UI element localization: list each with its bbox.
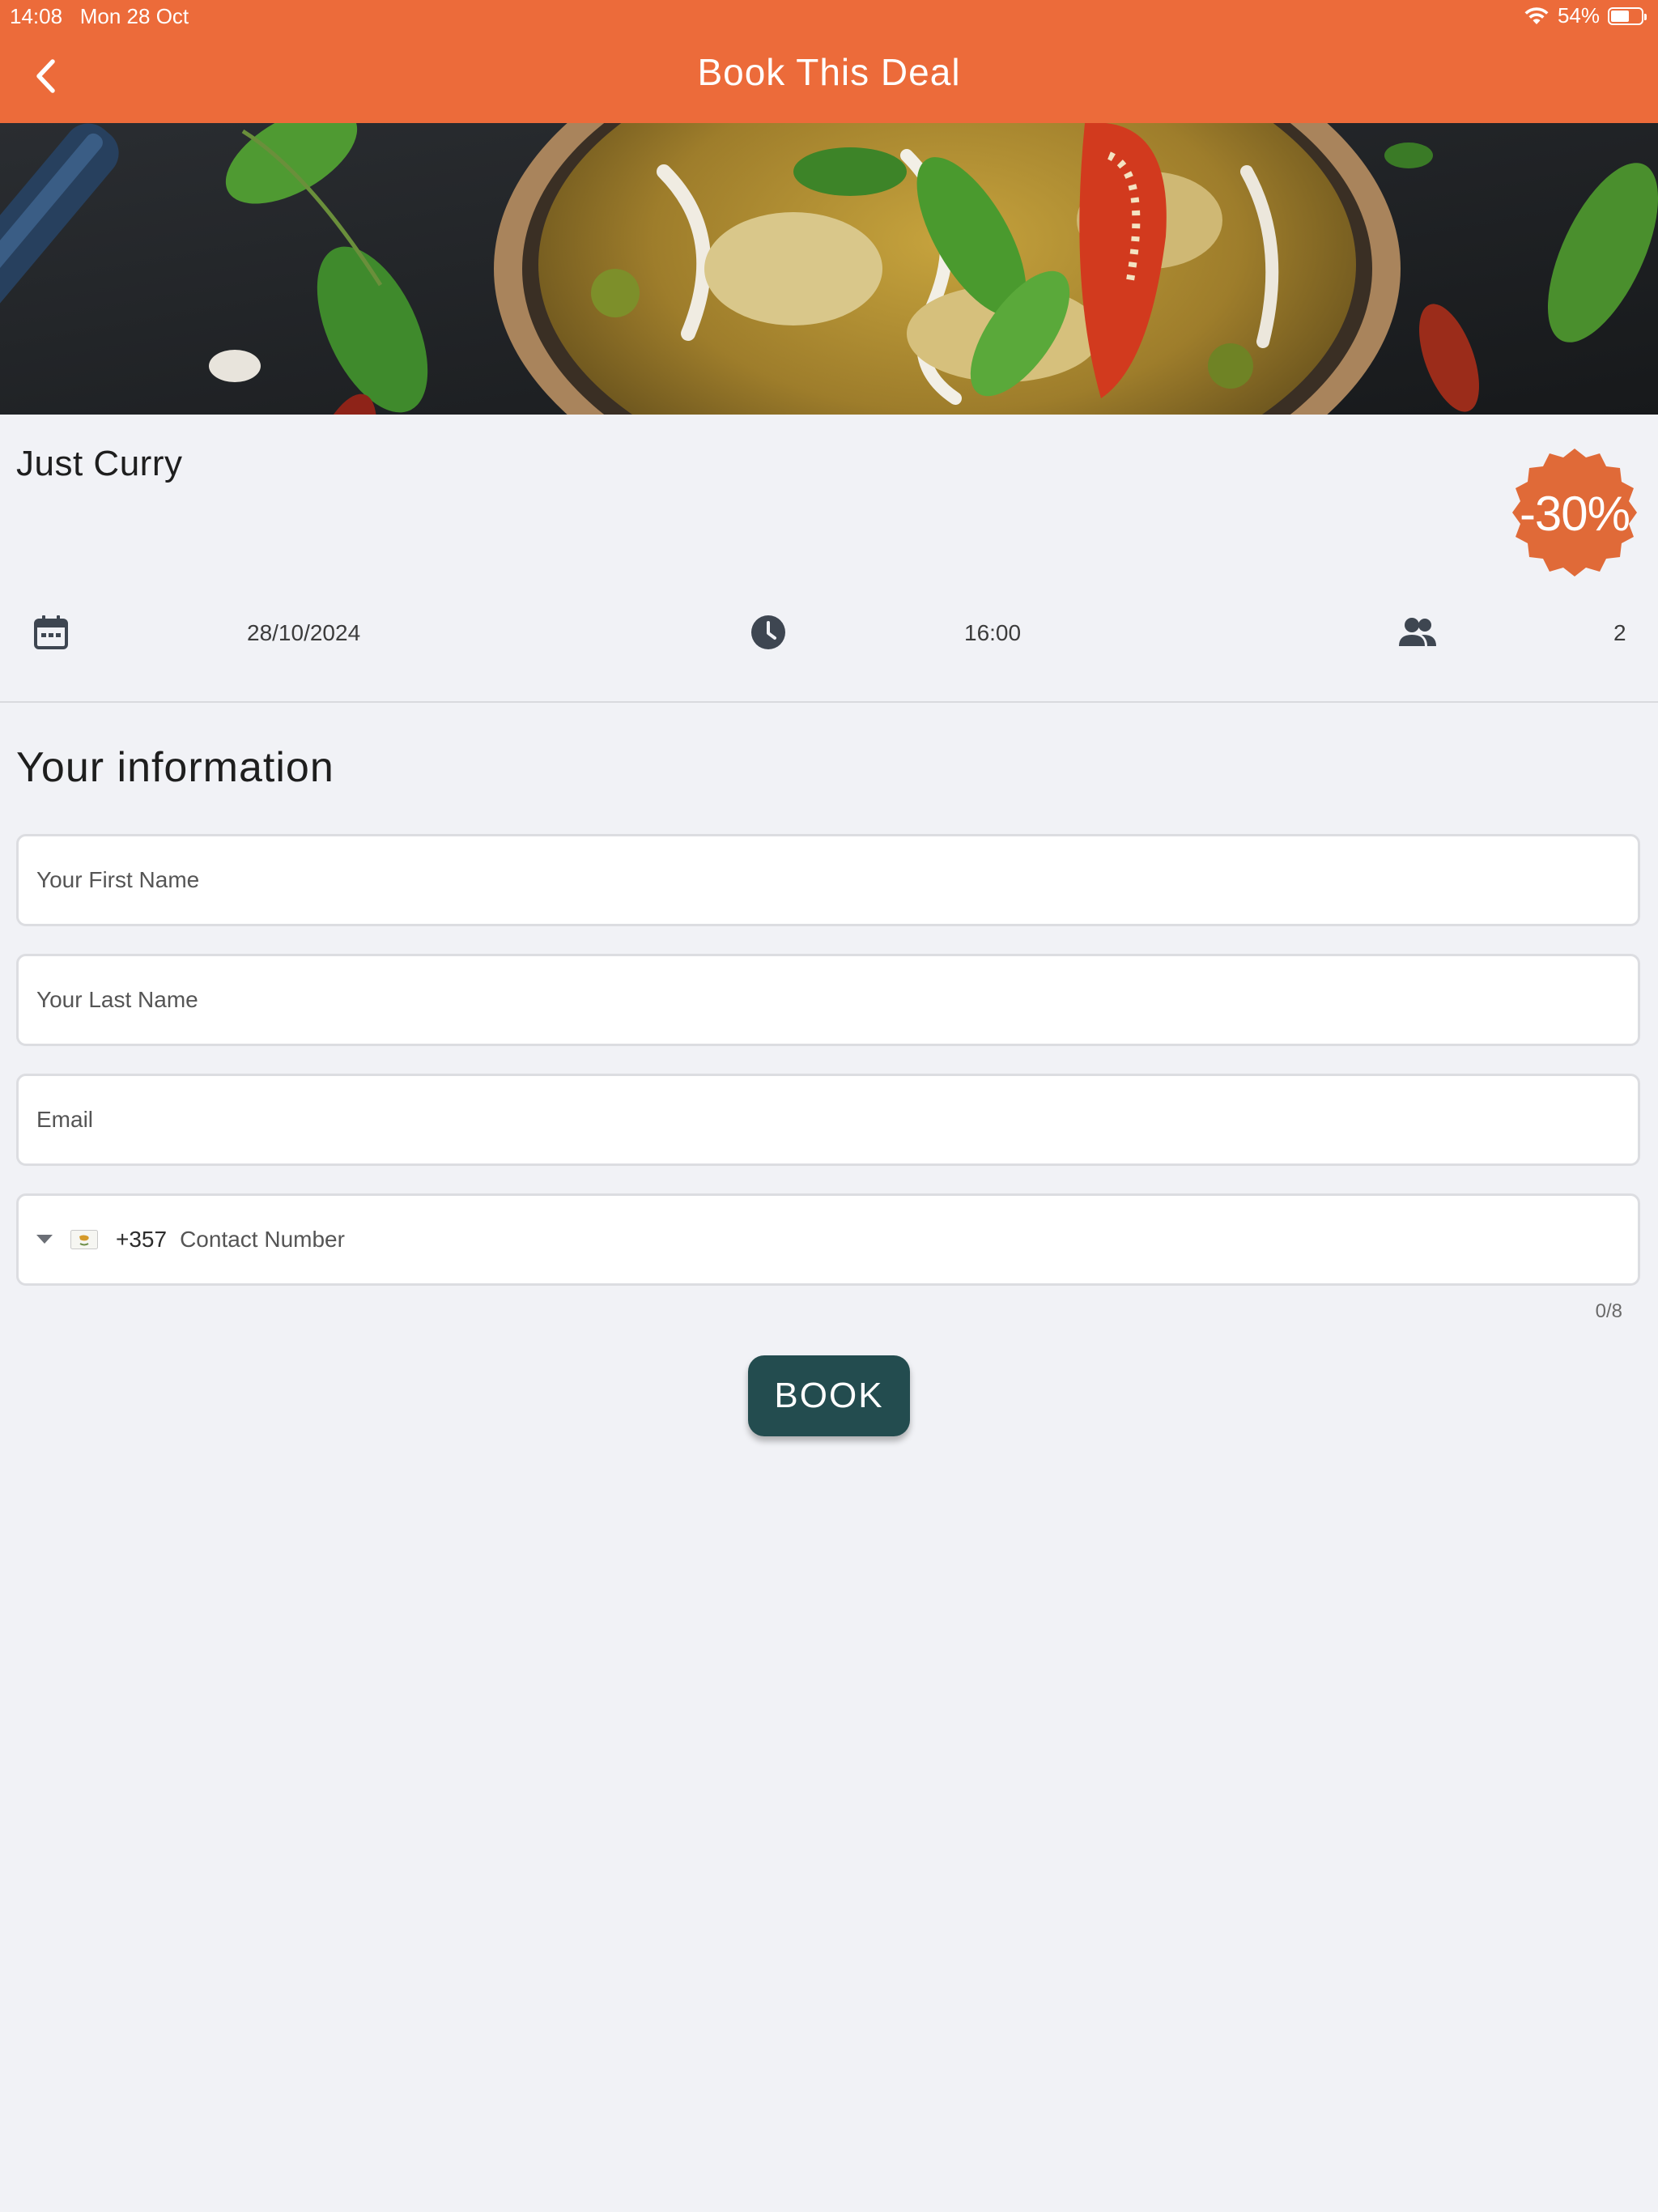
book-button[interactable]: BOOK [748, 1355, 910, 1436]
discount-badge: -30% [1507, 445, 1642, 580]
section-title: Your information [16, 744, 334, 791]
restaurant-name: Just Curry [16, 444, 183, 483]
status-time: 14:08 [10, 4, 63, 28]
last-name-input[interactable] [19, 956, 1638, 1044]
deal-hero-image [0, 123, 1658, 415]
battery-icon [1608, 6, 1647, 25]
status-bar-indicators: 54% [1524, 3, 1647, 28]
section-divider [0, 701, 1658, 703]
booking-date: 28/10/2024 [247, 620, 361, 645]
phone-character-counter: 0/8 [1595, 1300, 1622, 1322]
booking-time: 16:00 [964, 620, 1022, 645]
cyprus-flag-icon [70, 1230, 98, 1249]
dial-code: +357 [116, 1227, 168, 1252]
people-icon [1399, 618, 1436, 646]
discount-label: -30% [1519, 487, 1630, 541]
caret-down-icon [36, 1235, 53, 1244]
battery-percent: 54% [1557, 3, 1600, 28]
app-header: 14:08 Mon 28 Oct 54% Book This Deal [0, 0, 1658, 123]
first-name-input[interactable] [19, 836, 1638, 924]
contact-number-input[interactable] [167, 1196, 1638, 1283]
last-name-field [16, 954, 1640, 1046]
status-bar-clock: 14:08 Mon 28 Oct [10, 4, 189, 29]
wifi-icon [1524, 6, 1549, 24]
phone-field: +357 [16, 1193, 1640, 1286]
country-code-selector[interactable]: +357 [19, 1196, 167, 1283]
page-title: Book This Deal [697, 51, 961, 93]
first-name-field [16, 834, 1640, 926]
guest-count: 2 [1613, 620, 1626, 645]
email-field [16, 1074, 1640, 1166]
calendar-icon [34, 615, 68, 649]
email-input[interactable] [19, 1076, 1638, 1163]
status-date: Mon 28 Oct [79, 4, 189, 28]
clock-icon [751, 615, 785, 649]
booking-details-row: 28/10/2024 16:00 2 [0, 606, 1658, 662]
